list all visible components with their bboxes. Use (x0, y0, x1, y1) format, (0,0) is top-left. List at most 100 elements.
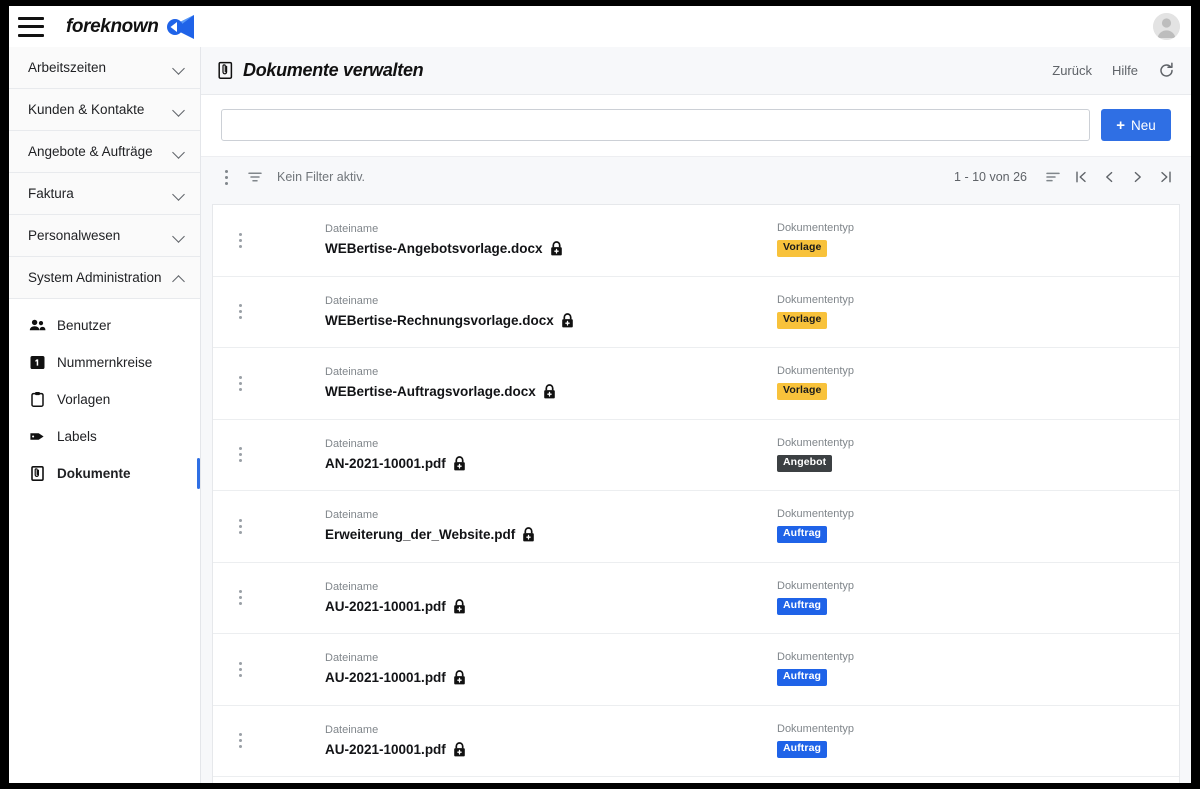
column-label-filename: Dateiname (325, 437, 379, 450)
page-title: Dokumente verwalten (243, 60, 424, 80)
table-row[interactable]: Dateiname Erweiterung_der_Website.pdf Do… (213, 491, 1179, 563)
sidebar-group-personalwesen[interactable]: Personalwesen (9, 215, 200, 257)
app-window: foreknown Arbeitszeiten Kunden & Kontakt… (9, 6, 1191, 783)
filename-value: AU-2021-10001.pdf (325, 741, 755, 757)
sidebar-group-faktura[interactable]: Faktura (9, 173, 200, 215)
cell-doctype: Dokumententyp Vorlage (777, 294, 1027, 329)
column-label-filename: Dateiname (325, 652, 379, 665)
filename-value: WEBertise-Auftragsvorlage.docx (325, 384, 755, 399)
filename-text: WEBertise-Angebotsvorlage.docx (325, 241, 543, 256)
row-menu-icon[interactable] (227, 660, 253, 678)
cell-filename: Dateiname WEBertise-Angebotsvorlage.docx (325, 224, 755, 256)
row-menu-icon[interactable] (227, 446, 253, 464)
column-label-filename: Dateiname (325, 223, 379, 236)
top-bar: foreknown (9, 6, 1191, 47)
column-label-doctype: Dokumententyp (777, 436, 855, 449)
column-label-doctype: Dokumententyp (777, 579, 855, 592)
status-badge: Auftrag (777, 597, 828, 615)
filename-value: AN-2021-10001.pdf (325, 455, 755, 471)
row-menu-icon[interactable] (227, 589, 253, 607)
lock-icon (544, 384, 555, 399)
sidebar-item-benutzer[interactable]: Benutzer (9, 307, 200, 344)
table-row[interactable]: Dateiname AU-2021-10001.pdf Dokumententy… (213, 634, 1179, 706)
sidebar-group-angebote-auftraege[interactable]: Angebote & Aufträge (9, 131, 200, 173)
sidebar-item-dokumente[interactable]: Dokumente (9, 455, 200, 492)
chevron-down-icon (173, 64, 186, 72)
column-label-filename: Dateiname (325, 580, 379, 593)
status-badge: Vorlage (777, 311, 828, 329)
more-vertical-icon[interactable] (219, 168, 233, 186)
lock-icon (454, 670, 465, 685)
sidebar-group-label: Faktura (28, 186, 74, 201)
row-menu-icon[interactable] (227, 303, 253, 321)
cell-doctype: Dokumententyp Auftrag (777, 652, 1027, 687)
document-icon (218, 61, 233, 79)
sidebar-group-label: Angebote & Aufträge (28, 144, 153, 159)
chevron-down-icon (173, 148, 186, 156)
sidebar-group-system-administration[interactable]: System Administration (9, 257, 200, 299)
sidebar-item-label: Benutzer (57, 318, 112, 333)
refresh-button[interactable] (1158, 62, 1175, 79)
filename-value: AU-2021-10001.pdf (325, 598, 755, 614)
cell-doctype: Dokumententyp Auftrag (777, 579, 1027, 615)
table-row[interactable]: Dateiname WEBertise-Rechnungsvorlage.doc… (213, 277, 1179, 348)
sidebar-item-vorlagen[interactable]: Vorlagen (9, 381, 200, 418)
toolbar-left: Kein Filter aktiv. (219, 168, 365, 186)
sidebar-group-kunden-kontakte[interactable]: Kunden & Kontakte (9, 89, 200, 131)
user-avatar-placeholder-icon (1153, 13, 1180, 40)
previous-page-icon (1106, 171, 1113, 183)
filename-text: AN-2021-10001.pdf (325, 455, 446, 471)
pagination-range: 1 - 10 von 26 (954, 170, 1027, 184)
brand-logo[interactable]: foreknown (66, 14, 195, 40)
page-header: Dokumente verwalten Zurück Hilfe (201, 47, 1191, 95)
lock-icon (454, 598, 465, 614)
table-row[interactable]: Dateiname WEBertise-Angebotsvorlage.docx… (213, 205, 1179, 277)
first-page-button[interactable] (1074, 170, 1089, 184)
row-menu-icon[interactable] (227, 374, 253, 392)
sidebar: Arbeitszeiten Kunden & Kontakte Angebote… (9, 47, 201, 783)
sidebar-item-labels[interactable]: Labels (9, 418, 200, 455)
table-row[interactable]: Dateiname AN-2021-10001.pdf Dokumententy… (213, 420, 1179, 491)
row-menu-icon[interactable] (227, 732, 253, 750)
lock-icon (523, 527, 535, 542)
sidebar-group-arbeitszeiten[interactable]: Arbeitszeiten (9, 47, 200, 89)
refresh-icon (1160, 62, 1173, 77)
last-page-icon (1161, 171, 1171, 183)
search-panel: + Neu (201, 95, 1191, 157)
next-page-button[interactable] (1130, 170, 1145, 184)
main-content: Dokumente verwalten Zurück Hilfe + Neu K… (201, 47, 1191, 783)
filter-icon (248, 172, 262, 182)
filename-text: AU-2021-10001.pdf (325, 741, 446, 757)
sort-button[interactable] (1045, 170, 1061, 184)
filename-value: WEBertise-Angebotsvorlage.docx (325, 241, 755, 256)
filename-text: AU-2021-10001.pdf (325, 598, 446, 614)
filter-status-text: Kein Filter aktiv. (277, 170, 365, 184)
previous-page-button[interactable] (1102, 170, 1117, 184)
search-input[interactable] (221, 109, 1090, 141)
cell-filename: Dateiname WEBertise-Auftragsvorlage.docx (325, 367, 755, 399)
list-toolbar: Kein Filter aktiv. 1 - 10 von 26 (201, 157, 1191, 197)
sidebar-sub-list: Benutzer Nummernkreise Vorlagen Labels D… (9, 299, 200, 492)
last-page-button[interactable] (1158, 170, 1173, 184)
document-icon (31, 465, 44, 481)
sidebar-group-label: Arbeitszeiten (28, 60, 107, 75)
new-button[interactable]: + Neu (1101, 109, 1171, 141)
avatar[interactable] (1153, 13, 1180, 40)
hamburger-icon[interactable] (18, 16, 44, 37)
sidebar-group-label: System Administration (28, 270, 162, 285)
cell-filename: Dateiname AU-2021-10001.pdf (325, 580, 755, 614)
row-menu-icon[interactable] (227, 517, 253, 535)
table-row[interactable]: Dateiname AU-2021-10001.pdf Dokumententy… (213, 706, 1179, 777)
sidebar-item-nummernkreise[interactable]: Nummernkreise (9, 344, 200, 381)
column-label-doctype: Dokumententyp (777, 722, 855, 735)
column-label-doctype: Dokumententyp (777, 365, 855, 378)
back-link[interactable]: Zurück (1052, 63, 1092, 78)
row-menu-icon[interactable] (227, 231, 253, 249)
status-badge: Vorlage (777, 240, 828, 258)
filter-button[interactable] (247, 170, 263, 184)
table-row[interactable]: Dateiname WEBertise-Auftragsvorlage.docx… (213, 348, 1179, 420)
help-link[interactable]: Hilfe (1112, 63, 1138, 78)
filename-text: AU-2021-10001.pdf (325, 670, 446, 685)
table-row[interactable]: Dateiname AU-2021-10001.pdf Dokumententy… (213, 563, 1179, 634)
sidebar-item-label: Vorlagen (57, 392, 111, 407)
